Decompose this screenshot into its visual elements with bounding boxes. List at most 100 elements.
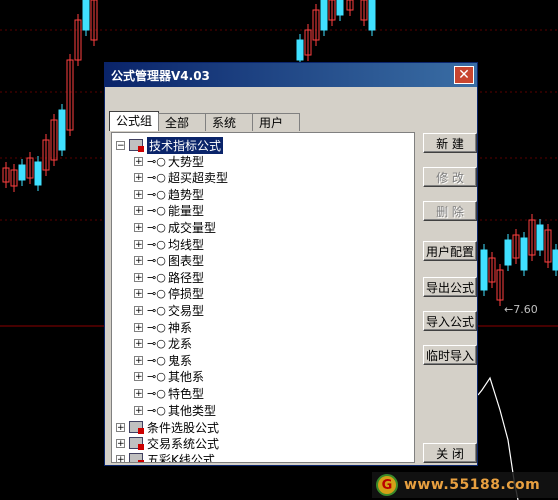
tree-child-node[interactable]: + ⊸○ 神系 [134, 319, 192, 335]
expand-icon[interactable]: + [134, 189, 143, 199]
delete-button[interactable]: 删 除 [423, 201, 477, 221]
tree-child-label: 图表型 [168, 254, 205, 269]
tab-user[interactable]: 用户 [252, 113, 301, 131]
tree-child-label: 趋势型 [168, 187, 205, 202]
expand-icon[interactable]: + [134, 339, 143, 349]
close-icon[interactable]: ✕ [454, 66, 474, 84]
tab-formula-group[interactable]: 公式组 [109, 111, 160, 131]
tree-child-node[interactable]: + ⊸○ 能量型 [134, 203, 204, 219]
tree-root-node[interactable]: − 技术指标公式 [116, 136, 224, 154]
expand-icon[interactable]: + [134, 355, 143, 365]
export-formula-button[interactable]: 导出公式 [423, 277, 477, 297]
tree-child-label: 停损型 [168, 287, 205, 302]
expand-icon[interactable]: + [116, 422, 125, 432]
tree-group-label: 条件选股公式 [147, 420, 220, 435]
close-button[interactable]: 关 闭 [423, 443, 477, 463]
tree-child-node[interactable]: + ⊸○ 成交量型 [134, 219, 216, 235]
tree-child-node[interactable]: + ⊸○ 交易型 [134, 302, 204, 318]
key-icon: ⊸○ [147, 171, 166, 185]
candle-body [58, 109, 66, 151]
tree-child-node[interactable]: + ⊸○ 龙系 [134, 336, 192, 352]
key-icon: ⊸○ [147, 353, 166, 367]
key-icon: ⊸○ [147, 220, 166, 234]
candle-body [320, 0, 328, 31]
candle-body [536, 224, 544, 251]
tab-system[interactable]: 系统 [205, 113, 254, 131]
key-icon: ⊸○ [147, 270, 166, 284]
tree-child-node[interactable]: + ⊸○ 其他系 [134, 369, 204, 385]
tree-child-node[interactable]: + ⊸○ 路径型 [134, 269, 204, 285]
expand-icon[interactable]: + [134, 322, 143, 332]
tree-child-node[interactable]: + ⊸○ 大势型 [134, 153, 204, 169]
candle-body [504, 239, 512, 266]
tree-group-label: 交易系统公式 [147, 436, 220, 451]
temp-import-button[interactable]: 临时导入 [423, 345, 477, 365]
modify-button[interactable]: 修 改 [423, 167, 477, 187]
candle-body [552, 249, 558, 271]
tree-group-node[interactable]: + 交易系统公式 [116, 435, 219, 451]
expand-icon[interactable]: + [134, 372, 143, 382]
tree-group-node[interactable]: + 五彩K线公式 [116, 451, 215, 462]
expand-icon[interactable]: + [134, 222, 143, 232]
expand-icon[interactable]: + [134, 388, 143, 398]
tree-child-label: 均线型 [168, 237, 205, 252]
tree-root-label: 技术指标公式 [147, 136, 224, 154]
site-watermark: G www.55188.com [372, 472, 558, 498]
candle-body [480, 249, 488, 291]
tree-child-node[interactable]: + ⊸○ 均线型 [134, 236, 204, 252]
formula-manager-dialog: 公式管理器V4.03 ✕ 公式组 全部 系统 用户 − 技术指标公式 + ⊸○ 大势… [104, 62, 478, 466]
formula-book-icon [129, 437, 144, 450]
expand-icon[interactable]: + [134, 156, 143, 166]
key-icon: ⊸○ [147, 303, 166, 317]
tree-child-label: 大势型 [168, 154, 205, 169]
key-icon: ⊸○ [147, 320, 166, 334]
tree-child-node[interactable]: + ⊸○ 鬼系 [134, 352, 192, 368]
tree-child-label: 神系 [168, 320, 193, 335]
user-config-button[interactable]: 用户配置 [423, 241, 477, 261]
formula-book-icon [129, 453, 144, 462]
key-icon: ⊸○ [147, 370, 166, 384]
expand-icon[interactable]: + [116, 454, 125, 462]
tree-child-label: 龙系 [168, 337, 193, 352]
candle-body [296, 39, 304, 61]
tree-child-node[interactable]: + ⊸○ 超买超卖型 [134, 170, 228, 186]
candle-body [82, 0, 90, 31]
expand-icon[interactable]: + [134, 272, 143, 282]
expand-icon[interactable]: + [134, 289, 143, 299]
tree-child-label: 其他类型 [168, 403, 217, 418]
tree-group-node[interactable]: + 条件选股公式 [116, 419, 219, 435]
tree-child-node[interactable]: + ⊸○ 特色型 [134, 385, 204, 401]
expand-icon[interactable]: + [134, 239, 143, 249]
dialog-titlebar[interactable]: 公式管理器V4.03 ✕ [105, 63, 477, 87]
tree-child-label: 超买超卖型 [168, 171, 229, 186]
tree-child-node[interactable]: + ⊸○ 其他类型 [134, 402, 216, 418]
tab-bar: 公式组 全部 系统 用户 [109, 111, 301, 131]
key-icon: ⊸○ [147, 187, 166, 201]
key-icon: ⊸○ [147, 154, 166, 168]
tree-child-label: 路径型 [168, 270, 205, 285]
expand-icon[interactable]: + [116, 438, 125, 448]
tree-child-label: 成交量型 [168, 220, 217, 235]
new-button[interactable]: 新 建 [423, 133, 477, 153]
expand-icon[interactable]: + [134, 405, 143, 415]
tree-child-label: 其他系 [168, 370, 205, 385]
price-level-label: ←7.60 [504, 303, 538, 316]
tree-child-node[interactable]: + ⊸○ 停损型 [134, 286, 204, 302]
expand-icon[interactable]: + [134, 206, 143, 216]
collapse-icon[interactable]: − [116, 140, 125, 150]
key-icon: ⊸○ [147, 386, 166, 400]
candle-body [368, 0, 376, 31]
import-formula-button[interactable]: 导入公式 [423, 311, 477, 331]
tree-child-label: 交易型 [168, 303, 205, 318]
tree-child-node[interactable]: + ⊸○ 趋势型 [134, 186, 204, 202]
key-icon: ⊸○ [147, 204, 166, 218]
tab-all[interactable]: 全部 [158, 113, 207, 131]
key-icon: ⊸○ [147, 254, 166, 268]
tree-child-node[interactable]: + ⊸○ 图表型 [134, 253, 204, 269]
formula-tree[interactable]: − 技术指标公式 + ⊸○ 大势型 + ⊸○ 超买超卖型 + ⊸○ 趋势型 + ⊸○ 能量型 + ⊸○ 成交… [111, 132, 415, 463]
key-icon: ⊸○ [147, 287, 166, 301]
site-logo-icon: G [376, 474, 398, 496]
expand-icon[interactable]: + [134, 305, 143, 315]
expand-icon[interactable]: + [134, 173, 143, 183]
expand-icon[interactable]: + [134, 256, 143, 266]
